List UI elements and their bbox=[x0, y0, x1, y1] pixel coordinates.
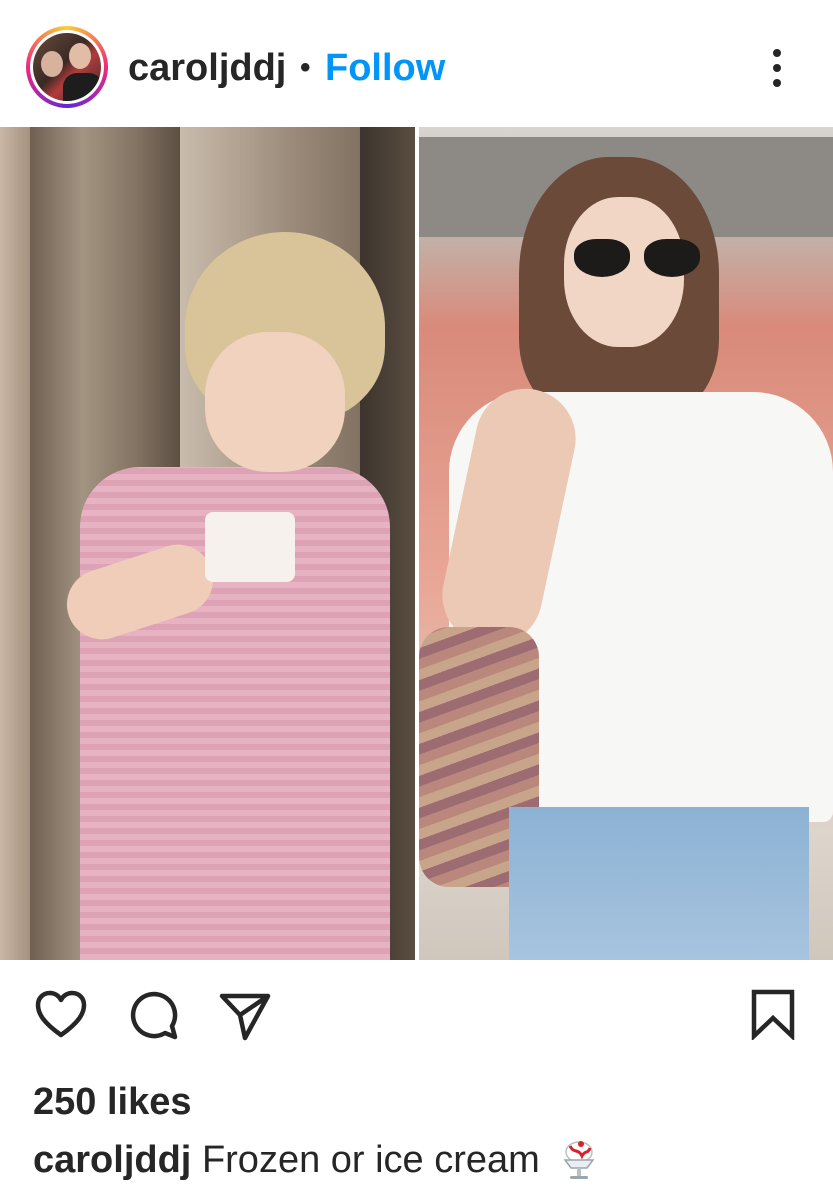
post-image[interactable] bbox=[0, 127, 833, 960]
caption-text: Frozen or ice cream bbox=[201, 1139, 540, 1181]
separator-dot: • bbox=[300, 51, 311, 84]
follow-button[interactable]: Follow bbox=[325, 46, 445, 90]
bookmark-icon[interactable] bbox=[748, 988, 798, 1045]
post-header: caroljddj • Follow bbox=[0, 0, 833, 127]
avatar-image bbox=[33, 33, 101, 101]
likes-count[interactable]: 250 likes bbox=[33, 1080, 191, 1124]
comment-icon[interactable] bbox=[126, 988, 180, 1047]
post-username[interactable]: caroljddj bbox=[128, 46, 286, 90]
post-caption: caroljddj Frozen or ice cream bbox=[33, 1138, 598, 1182]
action-bar bbox=[0, 960, 833, 1070]
photo-right-panel bbox=[419, 127, 833, 960]
caption-username[interactable]: caroljddj bbox=[33, 1139, 191, 1181]
paper-plane-icon[interactable] bbox=[218, 988, 272, 1047]
shaved-ice-icon bbox=[560, 1138, 598, 1182]
avatar[interactable] bbox=[26, 26, 108, 108]
heart-icon[interactable] bbox=[34, 988, 88, 1047]
photo-left-panel bbox=[0, 127, 415, 960]
more-options-icon[interactable] bbox=[758, 45, 798, 91]
